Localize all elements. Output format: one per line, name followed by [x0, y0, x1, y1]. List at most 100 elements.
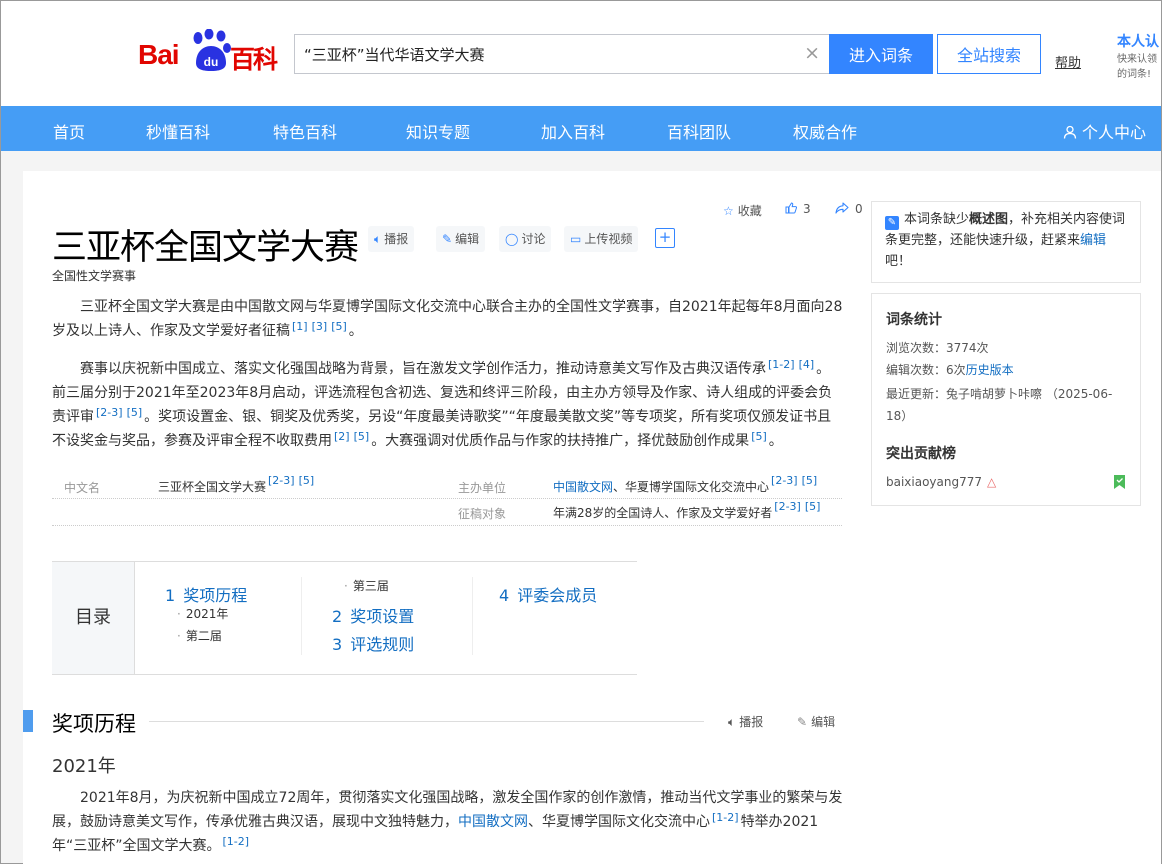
collect-label: 收藏	[737, 204, 762, 218]
subsection-title-2021: 2021年	[52, 756, 116, 777]
enter-entry-button[interactable]: 进入词条	[829, 34, 933, 74]
missing-image-notice: ✎ 本词条缺少概述图，补充相关内容使词条更完整，还能快速升级，赶紧来编辑吧！	[871, 201, 1141, 283]
section-header-history: 奖项历程 🔈︎ 播报 ✎ 编辑	[23, 708, 845, 736]
promo-line-1: 快来认领	[1117, 54, 1157, 65]
edit-label: 编辑	[455, 232, 480, 246]
nav-item-personal-center[interactable]: 个人中心	[1063, 119, 1146, 143]
view-count: 浏览次数：3774次	[886, 341, 989, 355]
toc-item-4[interactable]: 4 评委会成员	[499, 582, 597, 606]
like-button[interactable]: 3	[785, 202, 811, 216]
last-updated: 最近更新：兔子啃胡萝卜咔嚓 （2025-06-18）	[886, 387, 1113, 423]
nav-item-topics[interactable]: 知识专题	[406, 119, 470, 143]
nav-item-cooperation[interactable]: 权威合作	[793, 119, 857, 143]
search-input[interactable]	[295, 35, 785, 73]
contributors-title: 突出贡献榜	[886, 446, 956, 462]
upload-video-button[interactable]: ▭ 上传视频	[564, 226, 639, 252]
ref-link[interactable]: [1]	[292, 320, 308, 333]
baidu-baike-logo[interactable]: Bai du 百科	[138, 29, 283, 74]
site-search-button[interactable]: 全站搜索	[937, 34, 1041, 74]
ref-link[interactable]: [5]	[751, 430, 767, 443]
share-button[interactable]: 0	[835, 202, 863, 216]
speaker-icon: 🔈︎	[728, 715, 736, 729]
toc-item-2[interactable]: 2 奖项设置	[332, 603, 414, 627]
ref-link[interactable]: [5]	[331, 320, 347, 333]
ref-link[interactable]: [1-2]	[712, 811, 739, 824]
collect-button[interactable]: ☆ 收藏	[723, 202, 762, 219]
entry-stats-panel: 词条统计 浏览次数：3774次 编辑次数：6次历史版本 最近更新：兔子啃胡萝卜咔…	[871, 293, 1141, 506]
promo-title: 本人认	[1117, 34, 1159, 50]
logo-du-text: du	[204, 55, 219, 69]
toc-item-3[interactable]: 3 评选规则	[332, 631, 414, 655]
top-header: Bai du 百科 × 进入词条 全站搜索 帮助 本人认 快来认领 的词条!	[1, 1, 1161, 106]
china-prose-link[interactable]: 中国散文网	[458, 814, 528, 830]
listen-button[interactable]: 🔈︎ 播报	[368, 226, 415, 252]
listen-label: 播报	[384, 232, 409, 246]
claim-promo[interactable]: 本人认 快来认领 的词条!	[1117, 31, 1162, 81]
logo-bai-text: Bai	[138, 39, 180, 70]
page-title: 三亚杯全国文学大赛	[52, 228, 359, 268]
upload-video-label: 上传视频	[584, 232, 633, 246]
contributor-item[interactable]: baixiaoyang777 △	[886, 475, 996, 489]
toc-item-1[interactable]: 1 奖项历程	[165, 582, 247, 606]
info-value-chinese-name: 三亚杯全国文学大赛 [2-3] [5]	[158, 474, 315, 494]
toc-sub-2021[interactable]: 2021年	[177, 605, 229, 622]
discuss-label: 讨论	[521, 232, 546, 246]
ref-link[interactable]: [1-2]	[223, 835, 250, 848]
summary-paragraph-2: 赛事以庆祝新中国成立、落实文化强国战略为背景，旨在激发文学创作活力，推动诗意美文…	[52, 358, 833, 449]
thumbs-up-icon	[785, 202, 797, 214]
edit-button[interactable]: ✎ 编辑	[436, 226, 486, 252]
toc-sub-second[interactable]: 第二届	[177, 627, 222, 644]
discuss-button[interactable]: ◯ 讨论	[499, 226, 552, 252]
clear-icon[interactable]: ×	[804, 43, 820, 63]
bookmark-icon	[1114, 475, 1125, 489]
ref-link[interactable]: [5]	[299, 474, 315, 487]
stats-title: 词条统计	[886, 312, 942, 328]
chat-bubble-icon: ◯	[505, 232, 519, 246]
ref-link[interactable]: [2-3]	[268, 474, 295, 487]
nav-item-miaodong[interactable]: 秒懂百科	[146, 119, 210, 143]
add-button[interactable]: +	[655, 228, 675, 248]
speaker-icon: 🔈︎	[374, 232, 382, 246]
info-value-target: 年满28岁的全国诗人、作家及文学爱好者 [2-3] [5]	[553, 500, 821, 520]
nav-item-team[interactable]: 百科团队	[667, 119, 731, 143]
pencil-icon: ✎	[797, 715, 808, 729]
nav-item-home[interactable]: 首页	[53, 119, 85, 143]
main-nav: 首页 秒懂百科 特色百科 知识专题 加入百科 百科团队 权威合作 个人中心	[1, 106, 1161, 151]
organizer-link[interactable]: 中国散文网	[553, 480, 613, 494]
nav-item-featured[interactable]: 特色百科	[273, 119, 337, 143]
history-paragraph-2021: 2021年8月，为庆祝新中国成立72周年，贯彻落实文化强国战略，激发全国作家的创…	[52, 790, 843, 854]
nav-item-join[interactable]: 加入百科	[541, 119, 605, 143]
ref-link[interactable]: [2-3]	[771, 474, 798, 487]
section-edit-button[interactable]: ✎ 编辑	[797, 713, 835, 730]
promo-line-2: 的词条!	[1117, 69, 1152, 80]
info-key-chinese-name: 中文名	[64, 481, 101, 495]
section-listen-button[interactable]: 🔈︎ 播报	[728, 713, 763, 730]
basic-info-table: 中文名 三亚杯全国文学大赛 [2-3] [5] 主办单位 中国散文网、华夏博学国际文…	[52, 469, 842, 526]
notice-edit-link[interactable]: 编辑	[1080, 233, 1106, 248]
ref-link[interactable]: [5]	[805, 500, 821, 513]
ref-link[interactable]: [3]	[312, 320, 328, 333]
info-key-organizer: 主办单位	[458, 481, 507, 495]
contributor-name: baixiaoyang777	[886, 475, 983, 489]
ref-link[interactable]: [5]	[354, 430, 370, 443]
ref-link[interactable]: [5]	[127, 406, 143, 419]
entry-subtitle: 全国性文学赛事	[52, 269, 137, 283]
history-versions-link[interactable]: 历史版本	[966, 363, 1014, 377]
table-of-contents: 目录 1奖项历程 2021年 第二届 第三届 2奖项设置 3评选规则 4评委会成…	[52, 561, 637, 675]
ref-link[interactable]: [2]	[334, 430, 350, 443]
section-accent-bar	[23, 710, 33, 732]
ref-link[interactable]: [5]	[802, 474, 818, 487]
star-icon: ☆	[723, 204, 734, 218]
search-box: ×	[294, 34, 830, 74]
ref-link[interactable]: [2-3]	[774, 500, 801, 513]
share-icon	[835, 202, 849, 214]
personal-center-label: 个人中心	[1082, 123, 1147, 142]
ref-link[interactable]: [4]	[799, 358, 815, 371]
main-content: ☆ 收藏 3 0 三亚杯全国文学大赛 🔈︎ 播报 ✎ 编辑 ◯ 讨论 ▭ 上传视频 + 全…	[23, 171, 1161, 864]
user-icon	[1063, 125, 1077, 139]
ref-link[interactable]: [1-2]	[768, 358, 795, 371]
paw-logo-icon: du	[193, 29, 231, 71]
ref-link[interactable]: [2-3]	[96, 406, 123, 419]
help-link[interactable]: 帮助	[1055, 52, 1081, 71]
toc-sub-third[interactable]: 第三届	[344, 577, 389, 594]
